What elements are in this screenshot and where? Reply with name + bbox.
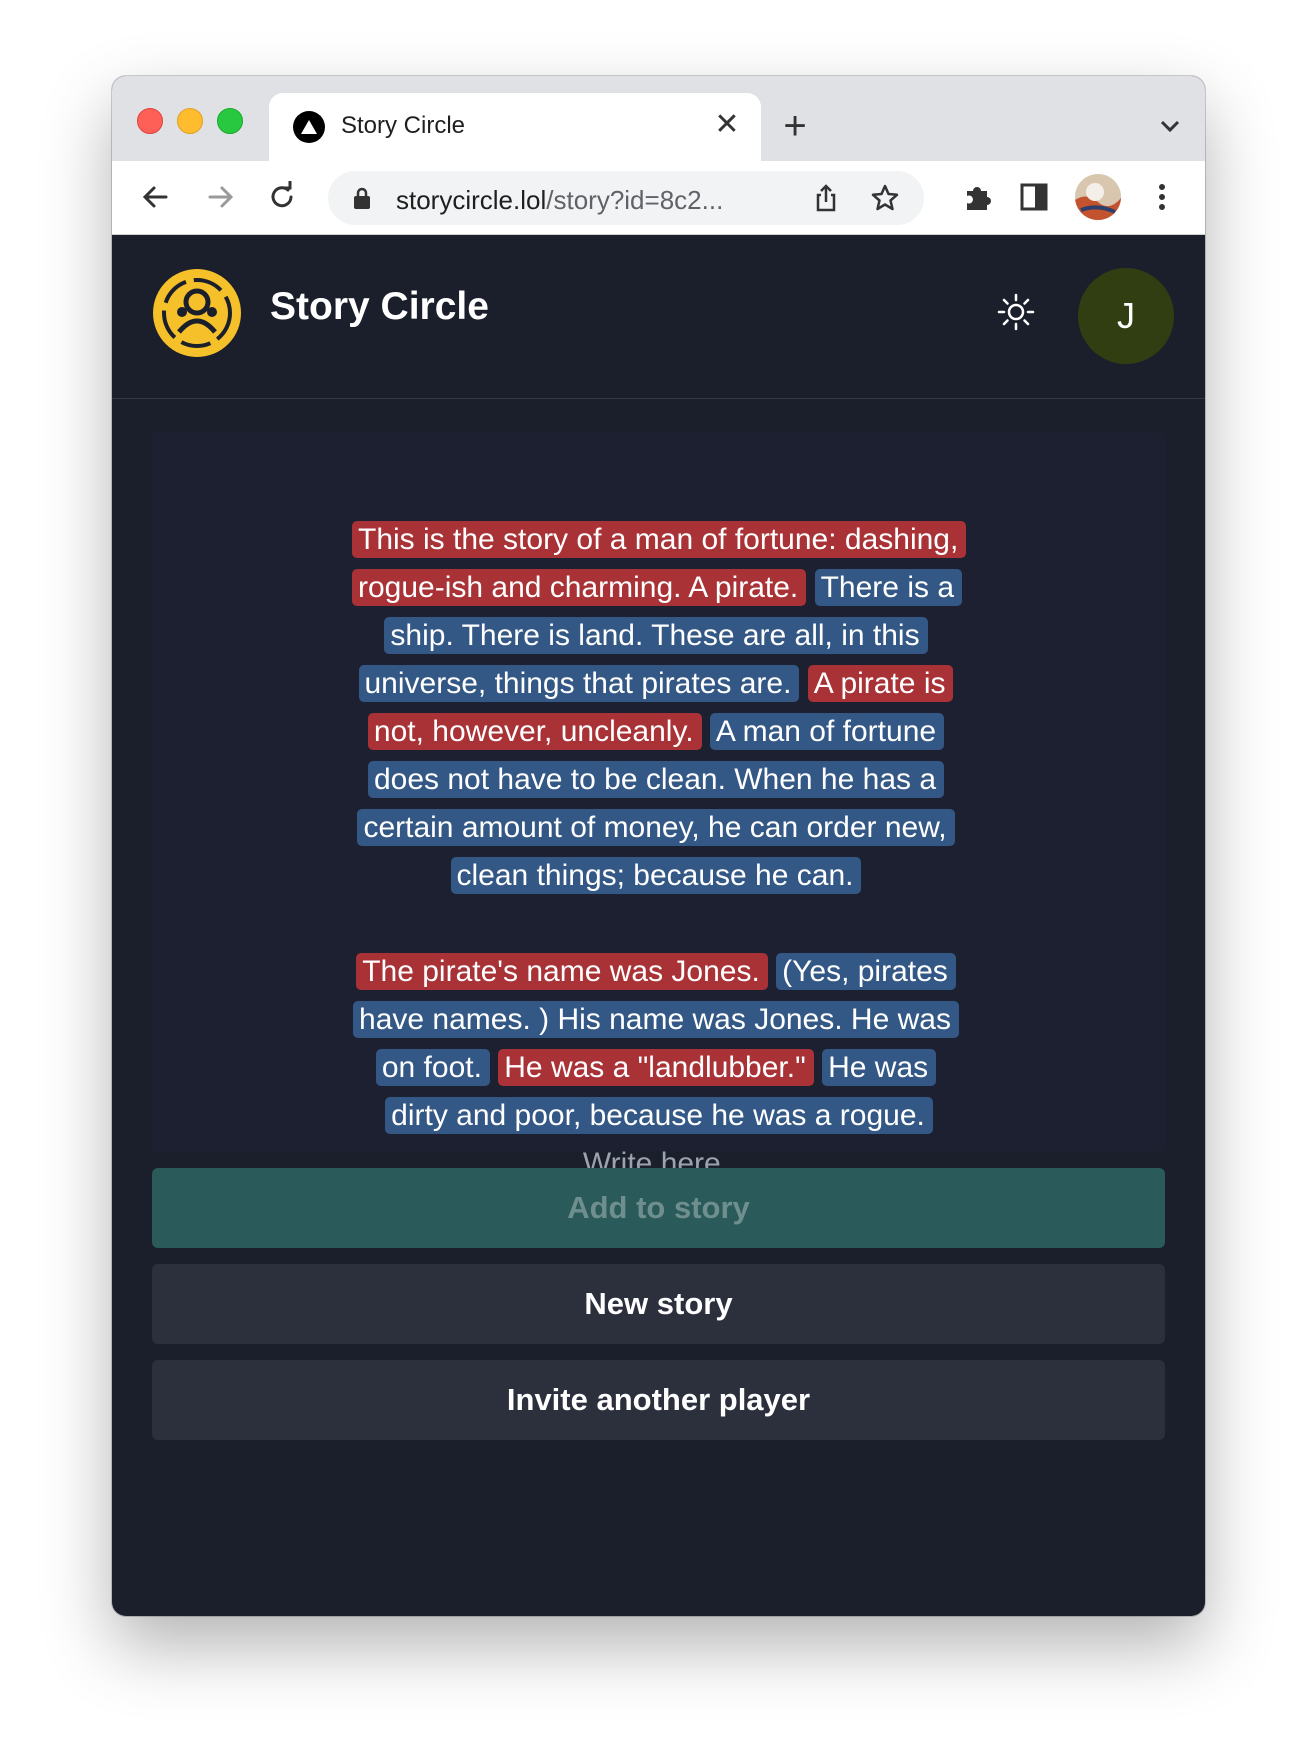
address-bar[interactable]: storycircle.lol/story?id=8c2...	[328, 171, 924, 225]
profile-avatar[interactable]	[1075, 174, 1121, 220]
story-segment: The pirate's name was Jones.	[356, 953, 768, 990]
reload-icon[interactable]	[262, 177, 302, 217]
star-icon[interactable]	[870, 183, 900, 218]
sun-icon[interactable]	[994, 290, 1038, 334]
user-avatar[interactable]: J	[1078, 268, 1174, 364]
title-bar: Story Circle ✕ +	[112, 76, 1205, 161]
lock-icon[interactable]	[352, 186, 372, 215]
story-circle-logo-icon[interactable]	[152, 268, 242, 363]
tab-title: Story Circle	[341, 112, 466, 139]
add-to-story-button[interactable]: Add to story	[152, 1168, 1165, 1248]
app-title[interactable]: Story Circle	[270, 285, 489, 329]
url-path: /story?id=8c2...	[546, 185, 724, 215]
url-text[interactable]: storycircle.lol/story?id=8c2...	[396, 185, 723, 216]
kebab-menu-icon[interactable]	[1142, 177, 1182, 217]
url-host: storycircle.lol	[396, 185, 547, 215]
tab-close-icon[interactable]: ✕	[709, 107, 745, 143]
share-icon[interactable]	[811, 183, 841, 218]
app-header: Story Circle J	[112, 235, 1205, 399]
browser-toolbar: storycircle.lol/story?id=8c2...	[112, 161, 1205, 235]
story-segment: He was a "landlubber."	[498, 1049, 814, 1086]
browser-tab[interactable]: Story Circle ✕	[269, 93, 761, 161]
minimize-window-button[interactable]	[177, 108, 203, 134]
invite-player-button[interactable]: Invite another player	[152, 1360, 1165, 1440]
chevron-down-icon[interactable]	[1152, 108, 1188, 144]
arrow-left-icon[interactable]	[136, 177, 176, 217]
browser-window: Story Circle ✕ + storycircle.lol/story?i…	[112, 76, 1205, 1616]
puzzle-icon[interactable]	[958, 177, 998, 217]
story-paragraph: This is the story of a man of fortune: d…	[352, 516, 967, 900]
close-window-button[interactable]	[137, 108, 163, 134]
favicon-icon	[293, 111, 325, 143]
new-tab-button[interactable]: +	[773, 106, 817, 150]
story-text[interactable]: This is the story of a man of fortune: d…	[352, 516, 967, 1188]
side-panel-icon[interactable]	[1014, 177, 1054, 217]
zoom-window-button[interactable]	[217, 108, 243, 134]
arrow-right-icon[interactable]	[200, 177, 240, 217]
new-story-button[interactable]: New story	[152, 1264, 1165, 1344]
story-paragraph: The pirate's name was Jones. (Yes, pirat…	[352, 948, 960, 1188]
